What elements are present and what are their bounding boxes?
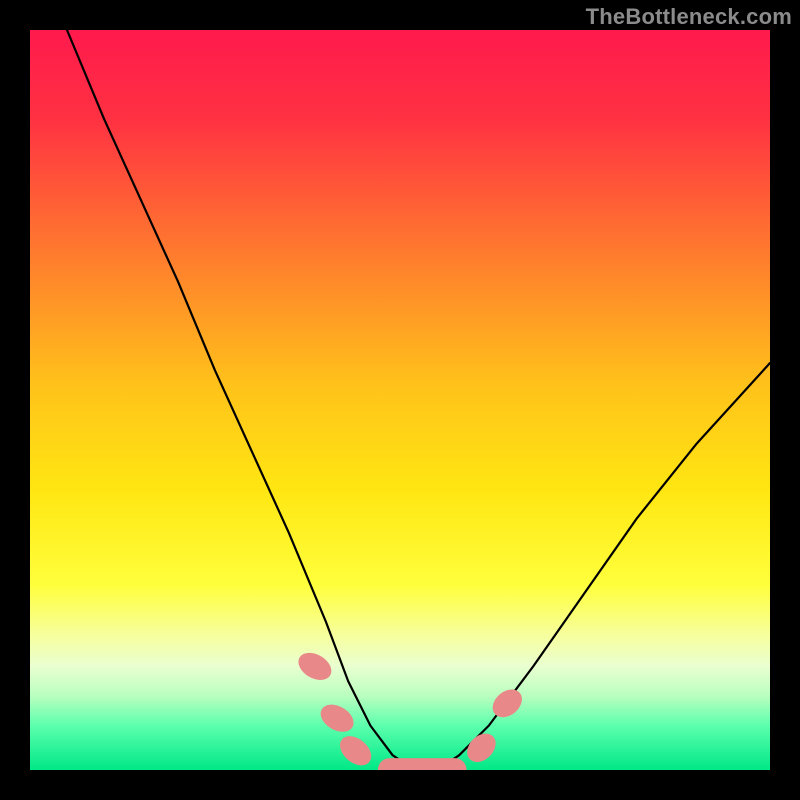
pink-bar — [378, 758, 467, 770]
chart-frame: TheBottleneck.com — [0, 0, 800, 800]
gradient-background — [30, 30, 770, 770]
plot-area — [30, 30, 770, 770]
watermark-text: TheBottleneck.com — [586, 4, 792, 30]
chart-svg — [30, 30, 770, 770]
